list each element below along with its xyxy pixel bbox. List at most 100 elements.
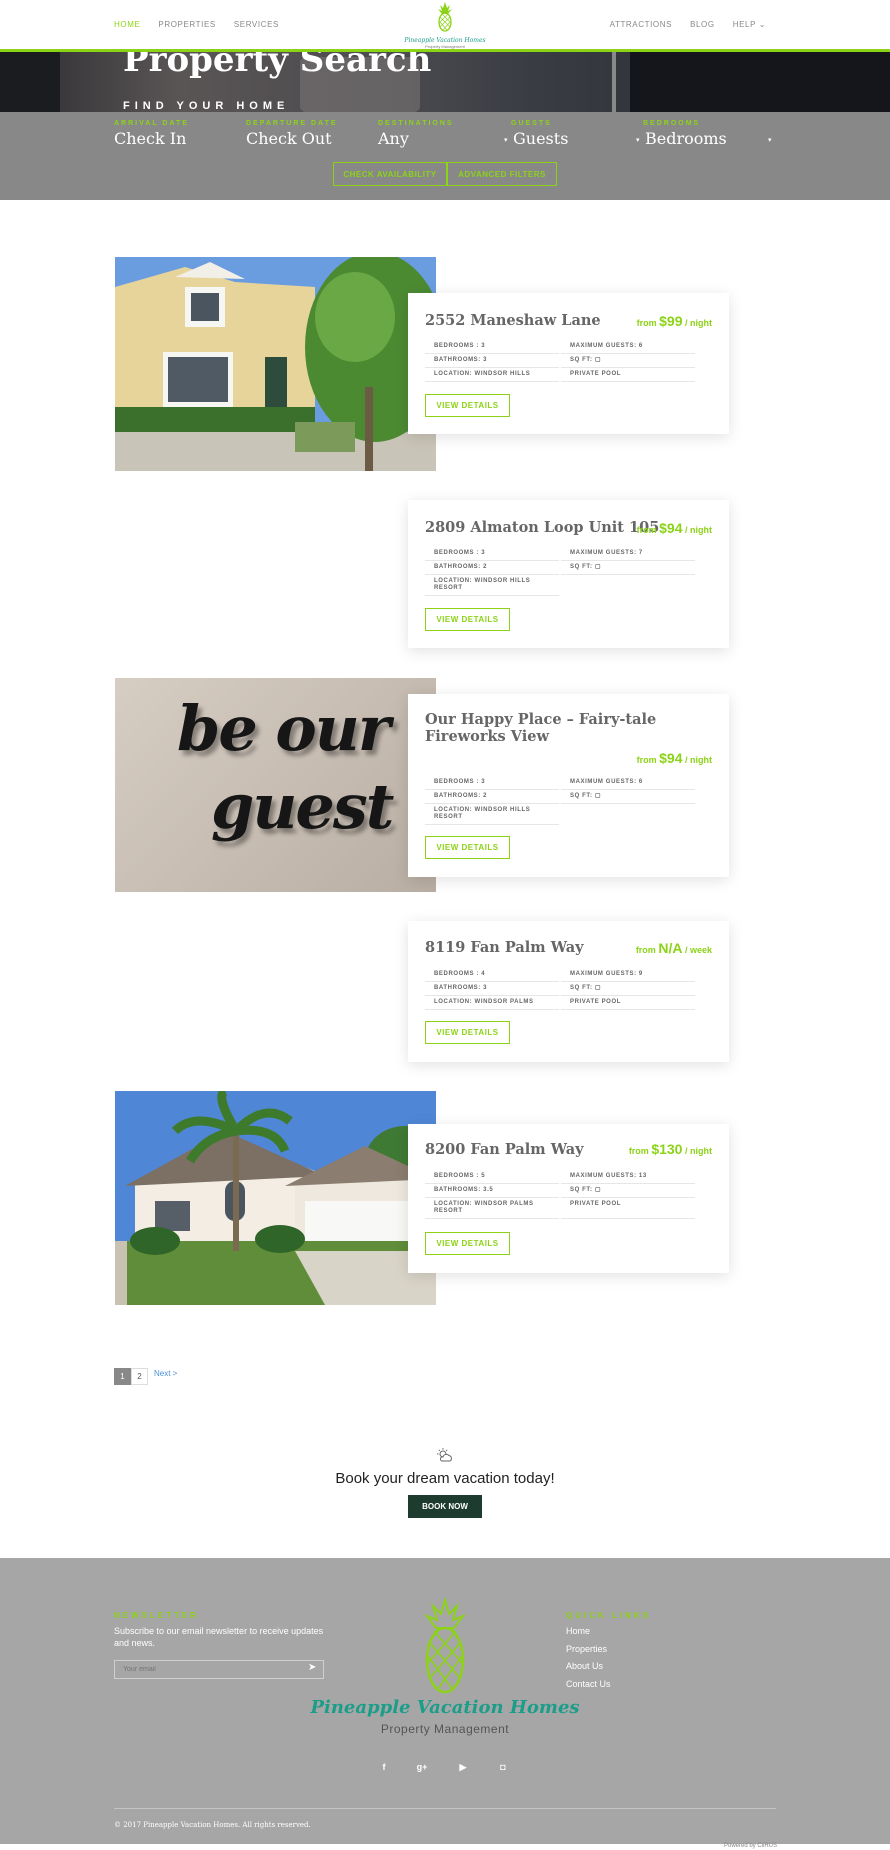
- send-icon[interactable]: ➤: [308, 1662, 316, 1673]
- spec-bathrooms: BATHROOMS: 3: [425, 354, 559, 368]
- nav-services[interactable]: SERVICES: [234, 20, 279, 29]
- footer-pineapple-logo-icon: [424, 1598, 466, 1694]
- listing-photo-5[interactable]: [115, 1091, 436, 1305]
- footer-link-about[interactable]: About Us: [566, 1661, 603, 1671]
- spec-location: LOCATION: WINDSOR HILLS RESORT: [425, 575, 559, 596]
- spec-bedrooms: BEDROOMS : 4: [425, 968, 559, 982]
- spec-bedrooms: BEDROOMS : 3: [425, 340, 559, 354]
- facebook-icon[interactable]: f: [376, 1760, 392, 1774]
- listing-specs-3: BEDROOMS : 3 MAXIMUM GUESTS: 6 BATHROOMS…: [425, 776, 695, 825]
- footer-logo-subtitle: Property Management: [380, 1722, 510, 1736]
- listing-photo-3[interactable]: be our guest: [115, 678, 436, 892]
- logo-name: Pineapple Vacation Homes: [404, 37, 486, 44]
- listing-price-3: from $94 / night: [637, 750, 712, 766]
- book-now-button[interactable]: BOOK NOW: [408, 1495, 482, 1518]
- view-details-button-4[interactable]: VIEW DETAILS: [425, 1021, 510, 1044]
- spec-bedrooms: BEDROOMS : 5: [425, 1170, 559, 1184]
- nav-blog[interactable]: BLOG: [690, 20, 715, 29]
- guests-value[interactable]: Guests: [510, 129, 568, 148]
- departure-date-field[interactable]: DEPARTURE DATE Check Out: [246, 120, 338, 148]
- guests-select[interactable]: GUESTS Guests: [510, 120, 568, 148]
- listing-specs-1: BEDROOMS : 3 MAXIMUM GUESTS: 6 BATHROOMS…: [425, 340, 695, 382]
- hero-photo-frame: [612, 52, 616, 112]
- listing-specs-2: BEDROOMS : 3 MAXIMUM GUESTS: 7 BATHROOMS…: [425, 547, 695, 596]
- listing-title-2[interactable]: 2809 Almaton Loop Unit 105: [425, 519, 659, 536]
- price-unit: / night: [685, 755, 712, 765]
- advanced-filters-button[interactable]: ADVANCED FILTERS: [447, 162, 557, 186]
- listing-title-1[interactable]: 2552 Maneshaw Lane: [425, 312, 601, 329]
- listing-card-4: 8119 Fan Palm Way from N/A / week BEDROO…: [408, 921, 729, 1062]
- listing-title-5[interactable]: 8200 Fan Palm Way: [425, 1141, 584, 1158]
- pineapple-logo-icon: [438, 2, 452, 32]
- instagram-icon[interactable]: ◘: [495, 1760, 511, 1774]
- nav-help[interactable]: HELP ⌄: [733, 20, 766, 29]
- spec-max-guests: MAXIMUM GUESTS: 13: [561, 1170, 695, 1184]
- spec-pool: PRIVATE POOL: [561, 1198, 695, 1219]
- powered-by-text[interactable]: Powered by CiiRUS: [724, 1843, 777, 1849]
- nav-attractions[interactable]: ATTRACTIONS: [610, 20, 672, 29]
- footer-link-properties[interactable]: Properties: [566, 1644, 607, 1654]
- listing-title-3[interactable]: Our Happy Place – Fairy-tale Fireworks V…: [425, 711, 715, 745]
- listing-card-5: 8200 Fan Palm Way from $130 / night BEDR…: [408, 1124, 729, 1273]
- page-1-button[interactable]: 1: [114, 1368, 131, 1385]
- view-details-button-1[interactable]: VIEW DETAILS: [425, 394, 510, 417]
- site-logo[interactable]: Pineapple Vacation Homes Property Manage…: [400, 2, 490, 49]
- spec-pool: PRIVATE POOL: [561, 368, 695, 382]
- spec-max-guests: MAXIMUM GUESTS: 6: [561, 776, 695, 790]
- nav-left-group: HOME PROPERTIES SERVICES: [114, 20, 279, 29]
- newsletter-email-input[interactable]: [114, 1660, 324, 1679]
- next-page-link[interactable]: Next >: [154, 1369, 177, 1378]
- destinations-label: DESTINATIONS: [378, 120, 454, 127]
- spec-bedrooms: BEDROOMS : 3: [425, 776, 559, 790]
- spec-bathrooms: BATHROOMS: 3: [425, 982, 559, 996]
- listing-price-2: from $94 / night: [637, 520, 712, 536]
- nav-home[interactable]: HOME: [114, 20, 140, 29]
- price-unit: / night: [685, 318, 712, 328]
- arrival-date-value[interactable]: Check In: [114, 129, 189, 148]
- listing-specs-5: BEDROOMS : 5 MAXIMUM GUESTS: 13 BATHROOM…: [425, 1170, 695, 1219]
- arrival-date-field[interactable]: ARRIVAL DATE Check In: [114, 120, 189, 148]
- listing-price-1: from $99 / night: [637, 313, 712, 329]
- spec-sqft: SQ FT: ▢: [561, 790, 695, 804]
- nav-properties[interactable]: PROPERTIES: [158, 20, 215, 29]
- spec-max-guests: MAXIMUM GUESTS: 6: [561, 340, 695, 354]
- price-value: N/A: [658, 940, 683, 956]
- top-navigation: HOME PROPERTIES SERVICES Pineapple Vacat…: [0, 0, 890, 52]
- destinations-value[interactable]: Any: [378, 129, 454, 148]
- spec-location: LOCATION: WINDSOR HILLS RESORT: [425, 804, 559, 825]
- price-value: $94: [659, 750, 683, 766]
- youtube-icon[interactable]: ▶: [455, 1760, 471, 1774]
- spec-pool: PRIVATE POOL: [561, 996, 695, 1010]
- price-unit: / week: [684, 945, 712, 955]
- bedrooms-select[interactable]: BEDROOMS Bedrooms: [642, 120, 727, 148]
- hero-photo-shadow: [0, 52, 60, 112]
- view-details-button-3[interactable]: VIEW DETAILS: [425, 836, 510, 859]
- price-from-label: from: [628, 1146, 649, 1156]
- footer-link-contact[interactable]: Contact Us: [566, 1679, 611, 1689]
- departure-date-value[interactable]: Check Out: [246, 129, 338, 148]
- destinations-select[interactable]: DESTINATIONS Any: [378, 120, 454, 148]
- page-2-button[interactable]: 2: [131, 1368, 148, 1385]
- spec-sqft: SQ FT: ▢: [561, 354, 695, 368]
- bedrooms-value[interactable]: Bedrooms: [642, 129, 727, 148]
- view-details-button-5[interactable]: VIEW DETAILS: [425, 1232, 510, 1255]
- price-value: $94: [659, 520, 683, 536]
- view-details-button-2[interactable]: VIEW DETAILS: [425, 608, 510, 631]
- footer-link-home[interactable]: Home: [566, 1626, 590, 1636]
- photo-sign-line-2: guest: [211, 770, 394, 843]
- spec-sqft: SQ FT: ▢: [561, 1184, 695, 1198]
- listing-card-2: 2809 Almaton Loop Unit 105 from $94 / ni…: [408, 500, 729, 648]
- listing-title-4[interactable]: 8119 Fan Palm Way: [425, 939, 584, 956]
- listing-photo-1[interactable]: [115, 257, 436, 471]
- check-availability-button[interactable]: CHECK AVAILABILITY: [333, 162, 447, 186]
- price-unit: / night: [685, 525, 712, 535]
- arrival-date-label: ARRIVAL DATE: [114, 120, 189, 127]
- hero-banner: Property Search FIND YOUR HOME: [0, 52, 890, 112]
- nav-help-label: HELP: [732, 20, 756, 29]
- chevron-down-icon: ⌄: [758, 20, 766, 29]
- google-plus-icon[interactable]: g+: [414, 1760, 430, 1774]
- price-value: $99: [659, 313, 683, 329]
- page-title: Property Search: [123, 52, 432, 80]
- property-search-bar: ARRIVAL DATE Check In DEPARTURE DATE Che…: [0, 112, 890, 200]
- sun-cloud-icon: [437, 1448, 452, 1462]
